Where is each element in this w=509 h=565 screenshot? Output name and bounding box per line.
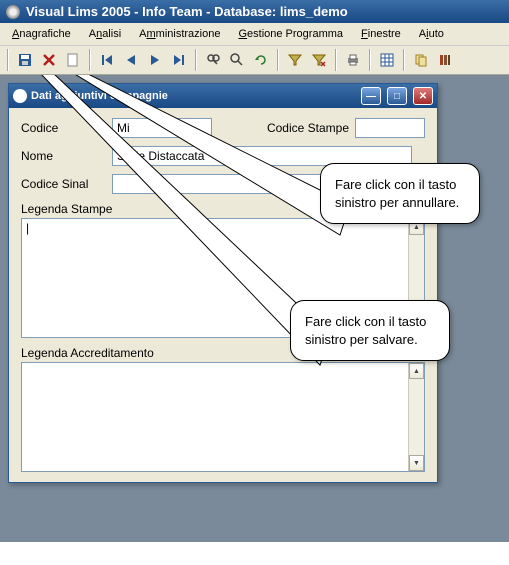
print-button[interactable]	[342, 49, 364, 71]
search-button[interactable]	[226, 49, 248, 71]
callout-save: Fare click con il tasto sinistro per sal…	[290, 300, 450, 361]
input-codice[interactable]	[112, 118, 212, 138]
prev-button[interactable]	[120, 49, 142, 71]
filter-button[interactable]	[284, 49, 306, 71]
textarea-legenda-accred[interactable]	[22, 363, 408, 471]
mdi-client: Dati aggiuntivi compagnie — □ ✕ Codice C…	[0, 75, 509, 542]
menu-gestione[interactable]: Gestione Programma	[230, 25, 351, 43]
child-title: Dati aggiuntivi compagnie	[31, 90, 168, 102]
save-button[interactable]	[14, 49, 36, 71]
books-button[interactable]	[434, 49, 456, 71]
textarea-legenda-accred-wrap: ▲ ▼	[21, 362, 425, 472]
filter-clear-button[interactable]	[308, 49, 330, 71]
child-titlebar: Dati aggiuntivi compagnie — □ ✕	[9, 84, 437, 108]
scrollbar[interactable]: ▲ ▼	[408, 363, 424, 471]
minimize-button[interactable]: —	[361, 87, 381, 105]
new-button[interactable]	[62, 49, 84, 71]
menu-aiuto[interactable]: Aiuto	[411, 25, 452, 43]
maximize-button[interactable]: □	[387, 87, 407, 105]
grid-button[interactable]	[376, 49, 398, 71]
first-button[interactable]	[96, 49, 118, 71]
child-window: Dati aggiuntivi compagnie — □ ✕ Codice C…	[8, 83, 438, 483]
child-window-icon	[13, 89, 27, 103]
scroll-up-icon[interactable]: ▲	[409, 363, 424, 379]
next-button[interactable]	[144, 49, 166, 71]
menu-finestre[interactable]: Finestre	[353, 25, 409, 43]
find-button[interactable]	[202, 49, 224, 71]
menu-amministrazione[interactable]: Amministrazione	[131, 25, 228, 43]
input-codice-stampe[interactable]	[355, 118, 425, 138]
label-codice: Codice	[21, 121, 106, 135]
last-button[interactable]	[168, 49, 190, 71]
menu-bar: Anagrafiche Analisi Amministrazione Gest…	[0, 23, 509, 46]
label-codice-sinal: Codice Sinal	[21, 177, 106, 191]
callout-cancel: Fare click con il tasto sinistro per ann…	[320, 163, 480, 224]
scroll-down-icon[interactable]: ▼	[409, 455, 424, 471]
scroll-track[interactable]	[409, 379, 424, 455]
label-nome: Nome	[21, 149, 106, 163]
main-titlebar: Visual Lims 2005 - Info Team - Database:…	[0, 0, 509, 23]
menu-analisi[interactable]: Analisi	[81, 25, 129, 43]
window-title: Visual Lims 2005 - Info Team - Database:…	[26, 4, 348, 19]
cancel-button[interactable]	[38, 49, 60, 71]
app-icon	[6, 5, 20, 19]
close-button[interactable]: ✕	[413, 87, 433, 105]
menu-anagrafiche[interactable]: Anagrafiche	[4, 25, 79, 43]
copy-button[interactable]	[410, 49, 432, 71]
refresh-button[interactable]	[250, 49, 272, 71]
label-codice-stampe: Codice Stampe	[267, 121, 349, 135]
toolbar	[0, 46, 509, 75]
